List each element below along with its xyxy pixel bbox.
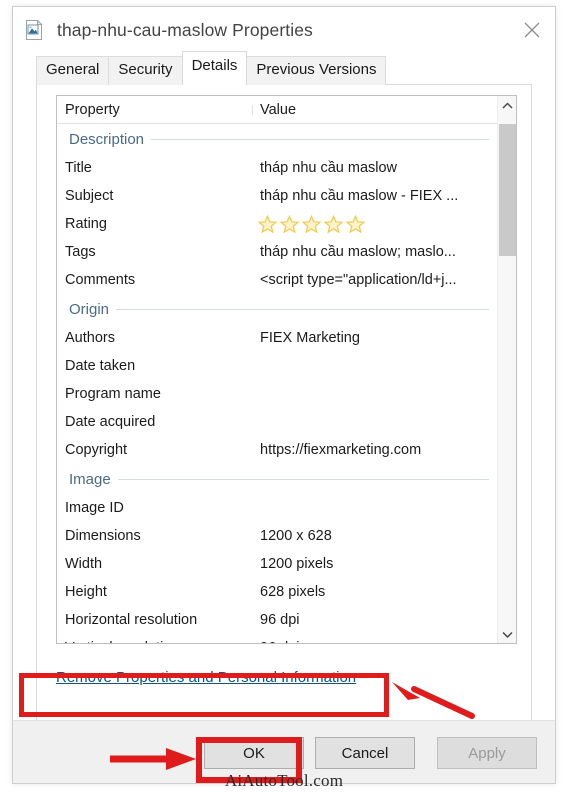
property-group-image: Image — [57, 464, 497, 494]
apply-button: Apply — [437, 737, 537, 769]
property-name: Authors — [65, 330, 115, 346]
property-name: Title — [65, 160, 92, 176]
remove-properties-row: Remove Properties and Personal Informati… — [56, 665, 386, 689]
property-name: Dimensions — [65, 528, 141, 544]
dialog-title: thap-nhu-cau-maslow Properties — [57, 19, 313, 40]
dialog-titlebar: thap-nhu-cau-maslow Properties — [13, 7, 555, 53]
cancel-button[interactable]: Cancel — [315, 737, 415, 769]
group-label: Origin — [69, 300, 117, 318]
property-list-header: Property Value — [57, 96, 497, 124]
property-group-origin: Origin — [57, 294, 497, 324]
column-header-value: Value — [260, 101, 297, 118]
star-icon[interactable] — [258, 214, 277, 234]
property-value-rating[interactable] — [253, 214, 497, 234]
close-icon[interactable] — [509, 7, 555, 53]
tab-general[interactable]: General — [36, 56, 110, 85]
group-divider — [69, 479, 489, 480]
column-header-property: Property — [57, 102, 253, 118]
property-row[interactable]: Title tháp nhu cầu maslow — [57, 154, 497, 182]
property-row[interactable]: Image ID — [57, 494, 497, 522]
details-panel: Property Value Description Title tháp nhu … — [36, 85, 532, 751]
property-row[interactable]: Subject tháp nhu cầu maslow - FIEX ... — [57, 182, 497, 210]
tab-details[interactable]: Details — [181, 51, 248, 85]
property-name: Width — [65, 556, 103, 572]
property-value: <script type="application/ld+j... — [260, 272, 457, 288]
property-row[interactable]: Horizontal resolution 96 dpi — [57, 606, 497, 634]
property-row[interactable]: Tags tháp nhu cầu maslow; maslo... — [57, 238, 497, 266]
star-icon[interactable] — [302, 214, 321, 234]
property-name: Height — [65, 584, 107, 600]
property-name: Program name — [65, 386, 161, 402]
property-group-description: Description — [57, 124, 497, 154]
property-value: 96 dpi — [253, 640, 497, 643]
star-icon[interactable] — [346, 214, 365, 234]
group-label: Description — [69, 130, 152, 148]
property-list-scrollbar[interactable] — [497, 96, 516, 643]
property-name: Horizontal resolution — [65, 612, 198, 628]
tab-list: General Security Details Previous Versions — [36, 51, 555, 85]
property-name: Tags — [65, 244, 96, 260]
property-row[interactable]: Dimensions 1200 x 628 — [57, 522, 497, 550]
property-value: 96 dpi — [260, 612, 300, 628]
star-icon[interactable] — [280, 214, 299, 234]
watermark: AiAutoTool.com — [224, 771, 344, 790]
scroll-down-icon[interactable] — [498, 625, 516, 643]
property-row[interactable]: Copyright https://fiexmarketing.com — [57, 436, 497, 464]
property-rows: Description Title tháp nhu cầu maslow Subje… — [57, 124, 497, 643]
property-name: Date taken — [65, 358, 136, 374]
property-name: Image ID — [65, 500, 124, 516]
property-row[interactable]: Program name — [57, 380, 497, 408]
property-value: https://fiexmarketing.com — [260, 442, 422, 458]
property-name: Vertical resolution — [57, 640, 253, 643]
tab-previous-versions[interactable]: Previous Versions — [246, 56, 387, 85]
property-row[interactable]: Authors FIEX Marketing — [57, 324, 497, 352]
property-row[interactable]: Width 1200 pixels — [57, 550, 497, 578]
properties-dialog: thap-nhu-cau-maslow Properties General Se… — [12, 6, 556, 784]
property-row[interactable]: Height 628 pixels — [57, 578, 497, 606]
picture-file-icon — [23, 19, 45, 41]
property-name: Rating — [65, 216, 107, 232]
screenshot-root: thap-nhu-cau-maslow Properties General Se… — [0, 0, 568, 793]
remove-properties-link[interactable]: Remove Properties and Personal Informati… — [56, 669, 356, 686]
property-list-viewport: Property Value Description Title tháp nhu … — [57, 96, 497, 643]
property-value: tháp nhu cầu maslow - FIEX ... — [260, 188, 459, 204]
tab-security[interactable]: Security — [108, 56, 183, 85]
property-name: Subject — [65, 188, 114, 204]
ok-button[interactable]: OK — [204, 737, 304, 769]
property-row[interactable]: Date taken — [57, 352, 497, 380]
scroll-up-icon[interactable] — [498, 96, 516, 114]
property-value: tháp nhu cầu maslow; maslo... — [260, 244, 456, 260]
property-name: Copyright — [65, 442, 128, 458]
group-label: Image — [69, 470, 118, 488]
scrollbar-thumb[interactable] — [499, 124, 516, 256]
property-value: tháp nhu cầu maslow — [260, 160, 398, 176]
property-row[interactable]: Vertical resolution96 dpi — [57, 634, 497, 643]
property-name: Comments — [65, 272, 136, 288]
property-value: 628 pixels — [260, 584, 326, 600]
tab-strip: General Security Details Previous Versions — [13, 51, 555, 85]
property-value: FIEX Marketing — [260, 330, 360, 346]
property-value: 1200 pixels — [260, 556, 334, 572]
property-list: Property Value Description Title tháp nhu … — [56, 95, 517, 644]
property-row[interactable]: Comments <script type="application/ld+j..… — [57, 266, 497, 294]
property-row[interactable]: Date acquired — [57, 408, 497, 436]
property-name: Date acquired — [65, 414, 156, 430]
property-value: 1200 x 628 — [260, 528, 332, 544]
property-row[interactable]: Rating — [57, 210, 497, 238]
star-icon[interactable] — [324, 214, 343, 234]
group-divider — [69, 309, 489, 310]
